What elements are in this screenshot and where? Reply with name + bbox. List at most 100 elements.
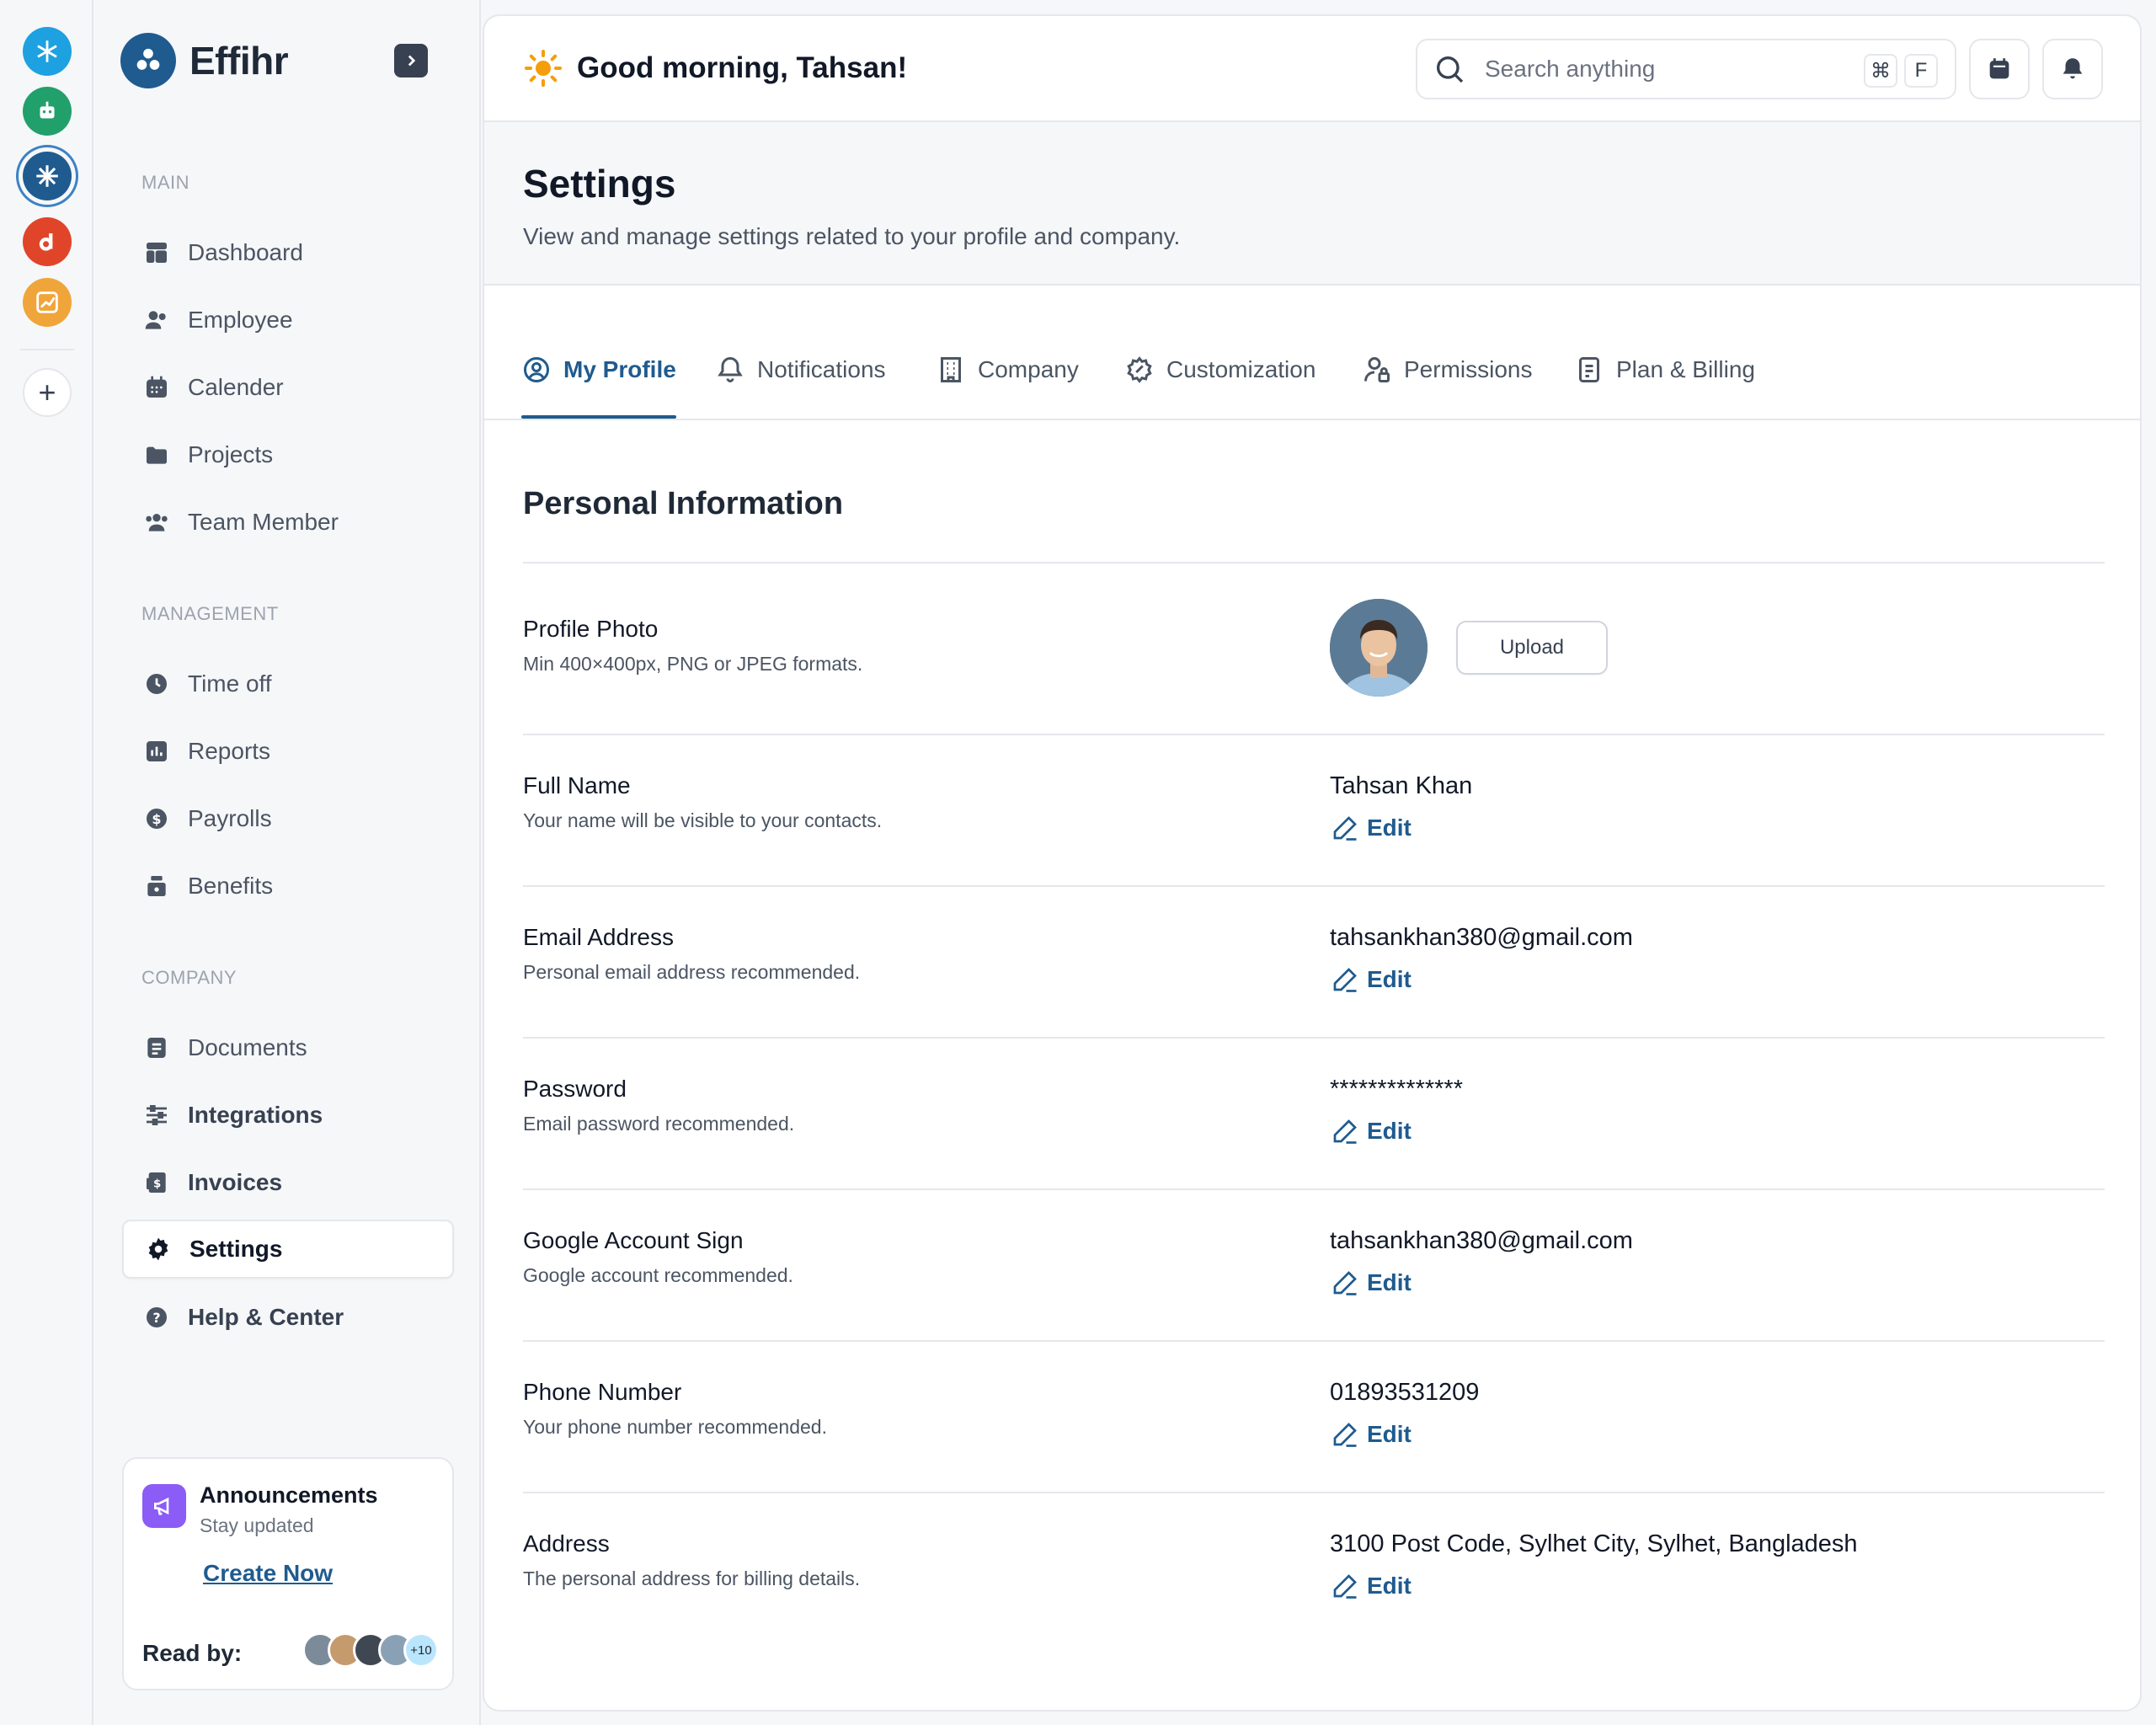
pencil-icon	[1333, 816, 1357, 841]
tab-label: Plan & Billing	[1616, 356, 1755, 382]
address-value: 3100 Post Code, Sylhet City, Sylhet, Ban…	[1330, 1530, 1858, 1557]
section-company-label: COMPANY	[141, 967, 237, 988]
app-effihr-icon[interactable]	[23, 152, 72, 200]
sidebar-item-label: Payrolls	[188, 805, 272, 831]
tab-permissions[interactable]: Permissions	[1362, 355, 1532, 419]
tab-plan-billing[interactable]: Plan & Billing	[1574, 355, 1755, 419]
field-help: Min 400×400px, PNG or JPEG formats.	[523, 653, 863, 675]
announcement-card: Announcements Stay updated Create Now Re…	[122, 1457, 454, 1690]
sidebar-item-label: Settings	[189, 1236, 283, 1262]
add-app-button[interactable]: +	[23, 368, 72, 417]
edit-label: Edit	[1367, 814, 1412, 841]
full-name-row: Full Name Your name will be visible to y…	[523, 734, 2105, 885]
email-address-value: tahsankhan380@gmail.com	[1330, 924, 1633, 951]
edit-label: Edit	[1367, 1421, 1412, 1447]
sidebar-item-projects[interactable]: Projects	[122, 425, 454, 484]
page-header: Settings View and manage settings relate…	[484, 122, 2140, 286]
announcement-subtitle: Stay updated	[200, 1514, 314, 1536]
section-title-personal-information: Personal Information	[523, 486, 844, 521]
tab-label: Permissions	[1404, 356, 1533, 382]
sidebar-item-settings[interactable]: Settings	[122, 1220, 454, 1279]
tab-my-profile[interactable]: My Profile	[521, 355, 676, 419]
sidebar-item-reports[interactable]: Reports	[122, 722, 454, 781]
upload-photo-button[interactable]: Upload	[1456, 621, 1608, 675]
app-chart-icon[interactable]	[23, 278, 72, 327]
sidebar-item-label: Invoices	[188, 1169, 283, 1195]
collapse-sidebar-button[interactable]	[394, 44, 428, 77]
building-icon	[941, 357, 961, 382]
app-d-icon[interactable]	[23, 217, 72, 266]
pencil-icon	[1333, 1271, 1357, 1295]
edit-password-button[interactable]: Edit	[1330, 1116, 1412, 1146]
sidebar-item-help-center[interactable]: ? Help & Center	[122, 1288, 454, 1347]
edit-address-button[interactable]: Edit	[1330, 1571, 1412, 1601]
search-input[interactable]: Search anything ⌘ F	[1416, 39, 1956, 99]
sidebar-item-calender[interactable]: Calender	[122, 358, 454, 417]
sidebar: Effihr MAIN MANAGEMENT COMPANY Dashboard…	[93, 0, 481, 1725]
sidebar-item-label: Integrations	[188, 1102, 323, 1128]
field-label: Google Account Sign	[523, 1227, 744, 1253]
user-lock-icon	[1364, 357, 1390, 382]
field-label: Email Address	[523, 924, 674, 950]
calendar-button[interactable]	[1969, 39, 2030, 99]
reports-icon	[142, 737, 171, 766]
calendar-icon	[142, 373, 171, 402]
edit-google-account-button[interactable]: Edit	[1330, 1268, 1412, 1298]
sidebar-item-integrations[interactable]: Integrations	[122, 1086, 454, 1145]
notifications-button[interactable]	[2042, 39, 2103, 99]
plus-icon: +	[38, 375, 56, 409]
sidebar-item-benefits[interactable]: Benefits	[122, 857, 454, 916]
sidebar-item-invoices[interactable]: $ Invoices	[122, 1153, 454, 1212]
pencil-icon	[1333, 1423, 1357, 1447]
address-row: Address The personal address for billing…	[523, 1492, 2105, 1643]
field-label: Profile Photo	[523, 616, 659, 642]
calendar-icon	[1989, 58, 2009, 79]
edit-full-name-button[interactable]: Edit	[1330, 813, 1412, 843]
svg-text:$: $	[152, 811, 161, 827]
field-help: Google account recommended.	[523, 1264, 793, 1286]
sun-icon	[525, 50, 562, 87]
tab-label: Notifications	[757, 356, 886, 382]
tab-notifications[interactable]: Notifications	[715, 355, 886, 419]
sidebar-item-label: Documents	[188, 1034, 307, 1060]
announcement-title: Announcements	[200, 1482, 378, 1508]
app-rail: +	[0, 0, 93, 1725]
field-label: Address	[523, 1530, 610, 1557]
app-robot-icon[interactable]	[23, 87, 72, 136]
pencil-icon	[1333, 1119, 1357, 1144]
tab-company[interactable]: Company	[936, 355, 1079, 419]
sidebar-item-documents[interactable]: Documents	[122, 1018, 454, 1077]
dashboard-icon	[142, 238, 171, 267]
sidebar-item-dashboard[interactable]: Dashboard	[122, 223, 454, 282]
tab-customization[interactable]: Customization	[1124, 355, 1315, 419]
employee-icon	[142, 306, 171, 334]
megaphone-icon	[142, 1484, 186, 1528]
app-snowflake-icon[interactable]	[23, 27, 72, 76]
greeting: Good morning, Tahsan!	[523, 48, 907, 88]
settings-tabs: My Profile Notifications Company Customi…	[484, 286, 2140, 420]
sidebar-item-team-member[interactable]: Team Member	[122, 493, 454, 552]
benefits-icon	[142, 872, 171, 900]
edit-email-button[interactable]: Edit	[1330, 964, 1412, 995]
reader-avatars[interactable]: +10	[302, 1632, 439, 1668]
password-row: Password Email password recommended. ***…	[523, 1037, 2105, 1188]
sidebar-item-payrolls[interactable]: $ Payrolls	[122, 789, 454, 848]
create-now-link[interactable]: Create Now	[203, 1560, 333, 1587]
edit-phone-button[interactable]: Edit	[1330, 1419, 1412, 1450]
sidebar-item-time-off[interactable]: Time off	[122, 654, 454, 713]
effihr-logo-icon	[120, 33, 176, 88]
password-value: **************	[1330, 1076, 1463, 1103]
edit-label: Edit	[1367, 1269, 1412, 1295]
google-account-row: Google Account Sign Google account recom…	[523, 1188, 2105, 1340]
page-subtitle: View and manage settings related to your…	[523, 223, 1181, 249]
sidebar-item-label: Projects	[188, 441, 274, 467]
sliders-icon	[142, 1101, 171, 1130]
sidebar-item-employee[interactable]: Employee	[122, 291, 454, 350]
profile-photo-row: Profile Photo Min 400×400px, PNG or JPEG…	[523, 562, 2105, 734]
chevron-right-icon	[408, 55, 416, 67]
sidebar-item-label: Reports	[188, 738, 271, 764]
sidebar-item-label: Calender	[188, 374, 284, 400]
brand[interactable]: Effihr	[120, 32, 289, 89]
sidebar-item-label: Time off	[188, 670, 272, 697]
user-circle-icon	[524, 357, 549, 382]
